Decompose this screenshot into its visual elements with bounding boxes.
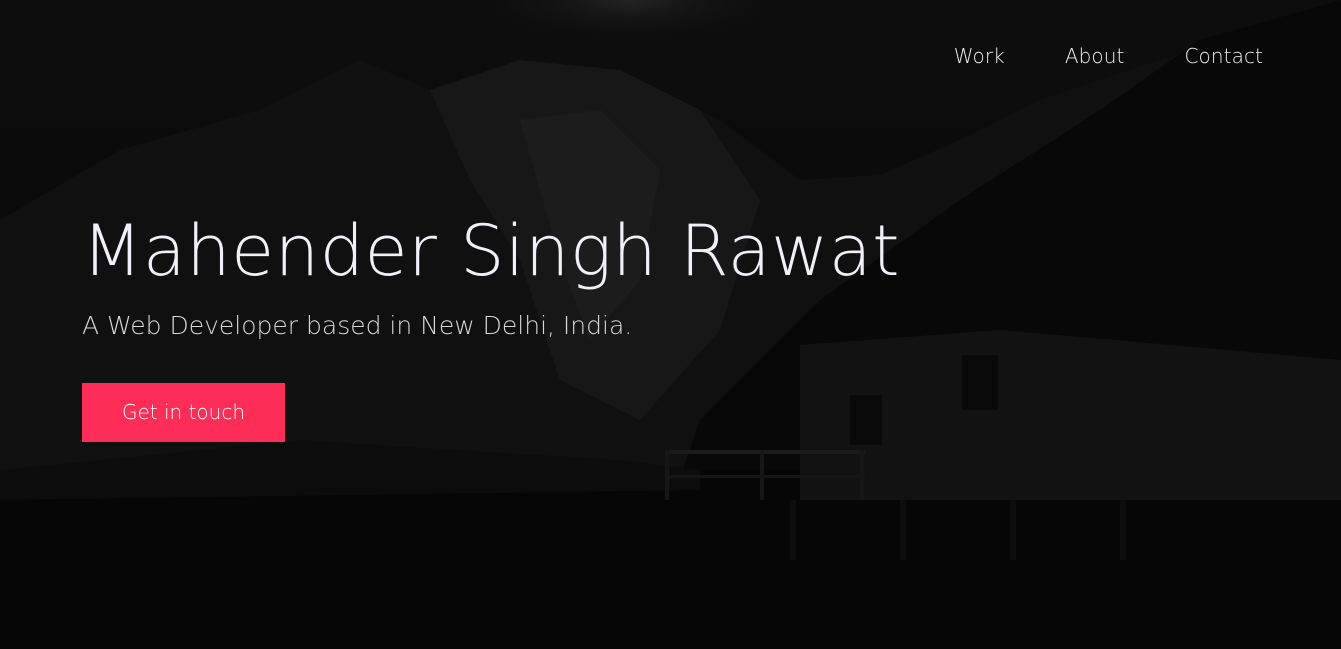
nav-link-about[interactable]: About	[1065, 40, 1125, 72]
hero-section: Work About Contact Mahender Singh Rawat …	[0, 0, 1341, 649]
get-in-touch-button[interactable]: Get in touch	[82, 383, 285, 442]
main-nav: Work About Contact	[894, 40, 1263, 72]
hero-title: Mahender Singh Rawat	[82, 210, 901, 292]
nav-link-work[interactable]: Work	[954, 40, 1005, 72]
hero-subtitle: A Web Developer based in New Delhi, Indi…	[82, 311, 633, 340]
nav-link-contact[interactable]: Contact	[1184, 40, 1263, 72]
hero-content: Mahender Singh Rawat A Web Developer bas…	[82, 205, 900, 442]
